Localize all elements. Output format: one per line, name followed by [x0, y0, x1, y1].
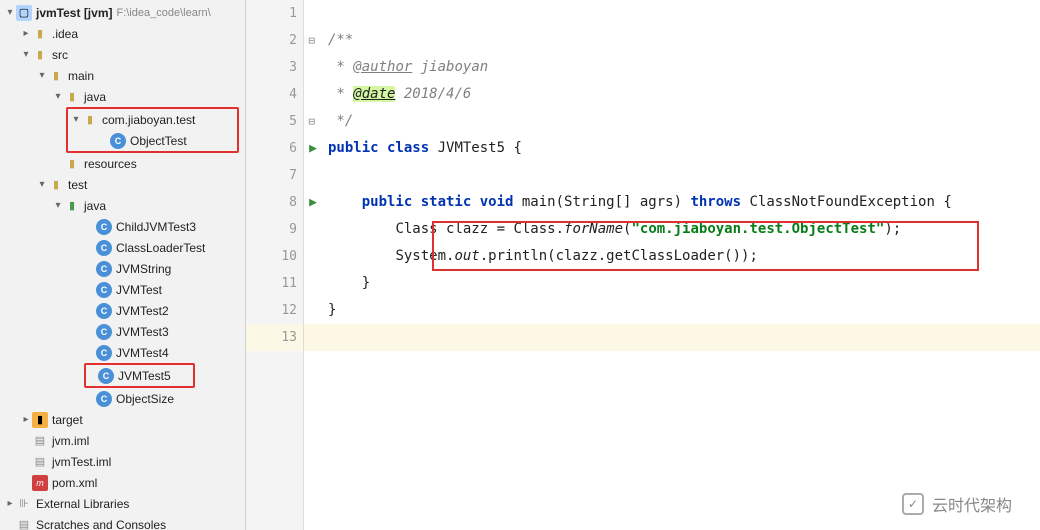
folder-java-test[interactable]: ▾ ▮ java	[0, 195, 245, 216]
chevron-right-icon: ▸	[20, 414, 32, 425]
class-classloadertest[interactable]: ▸CClassLoaderTest	[0, 237, 245, 258]
class-jvmtest3[interactable]: ▸CJVMTest3	[0, 321, 245, 342]
class-jvmtest5[interactable]: ▸CJVMTest5	[86, 365, 193, 386]
folder-icon: ▮	[32, 26, 48, 42]
folder-target[interactable]: ▸ ▮ target	[0, 409, 245, 430]
file-icon: ▤	[32, 433, 48, 449]
class-jvmstring[interactable]: ▸CJVMString	[0, 258, 245, 279]
file-jvm-iml[interactable]: ▸ ▤ jvm.iml	[0, 430, 245, 451]
chevron-down-icon: ▾	[4, 7, 16, 18]
chevron-right-icon: ▸	[20, 28, 32, 39]
class-icon: C	[96, 345, 112, 361]
package-row[interactable]: ▾ ▮ com.jiaboyan.test	[68, 109, 237, 130]
wechat-icon: ✓	[902, 493, 924, 515]
folder-icon: ▮	[64, 89, 80, 105]
class-childjvmtest3[interactable]: ▸CChildJVMTest3	[0, 216, 245, 237]
line-number: 7	[246, 162, 303, 189]
chevron-down-icon: ▾	[70, 114, 82, 125]
class-jvmtest2[interactable]: ▸CJVMTest2	[0, 300, 245, 321]
class-icon: C	[96, 219, 112, 235]
class-jvmtest4[interactable]: ▸CJVMTest4	[0, 342, 245, 363]
folder-icon: ▮	[48, 68, 64, 84]
class-icon: C	[96, 303, 112, 319]
module-icon: ▢	[16, 5, 32, 21]
scratches[interactable]: ▸ ▤ Scratches and Consoles	[0, 514, 245, 530]
line-number: 12	[246, 297, 303, 324]
module-root[interactable]: ▾ ▢ jvmTest [jvm] F:\idea_code\learn\	[0, 2, 245, 23]
folder-src[interactable]: ▾ ▮ src	[0, 44, 245, 65]
folder-main[interactable]: ▾ ▮ main	[0, 65, 245, 86]
code-editor[interactable]: 1 2⊟ 3 4 5⊟ 6▶ 7 8▶ 9 10 11 12 13 /** * …	[246, 0, 1040, 530]
folder-icon: ▮	[32, 47, 48, 63]
folder-icon: ▮	[48, 177, 64, 193]
chevron-down-icon: ▾	[36, 70, 48, 81]
line-number: 4	[246, 81, 303, 108]
maven-icon: m	[32, 475, 48, 491]
line-number: 9	[246, 216, 303, 243]
chevron-down-icon: ▾	[52, 91, 64, 102]
file-jvmtest-iml[interactable]: ▸ ▤ jvmTest.iml	[0, 451, 245, 472]
line-number: 8▶	[246, 189, 303, 216]
library-icon: ⊪	[16, 496, 32, 512]
class-icon: C	[96, 282, 112, 298]
run-icon[interactable]: ▶	[309, 141, 317, 156]
class-objectsize[interactable]: ▸CObjectSize	[0, 388, 245, 409]
line-number: 10	[246, 243, 303, 270]
chevron-right-icon: ▸	[4, 498, 16, 509]
class-icon: C	[96, 240, 112, 256]
line-number: 3	[246, 54, 303, 81]
line-number: 11	[246, 270, 303, 297]
package-icon: ▮	[82, 112, 98, 128]
class-icon: C	[110, 133, 126, 149]
fold-icon[interactable]: ⊟	[308, 34, 315, 47]
module-tag: [jvm]	[80, 6, 112, 20]
module-name: jvmTest	[36, 6, 80, 20]
folder-icon: ▮	[32, 412, 48, 428]
folder-icon: ▮	[64, 198, 80, 214]
module-path: F:\idea_code\learn\	[116, 7, 210, 19]
file-icon: ▤	[32, 454, 48, 470]
line-gutter: 1 2⊟ 3 4 5⊟ 6▶ 7 8▶ 9 10 11 12 13	[246, 0, 304, 530]
code-text[interactable]: /** * @author jiaboyan * @date 2018/4/6 …	[304, 0, 1040, 530]
watermark: ✓ 云时代架构	[902, 492, 1012, 516]
external-libraries[interactable]: ▸ ⊪ External Libraries	[0, 493, 245, 514]
line-number: 1	[246, 0, 303, 27]
class-jvmtest[interactable]: ▸CJVMTest	[0, 279, 245, 300]
folder-idea[interactable]: ▸ ▮ .idea	[0, 23, 245, 44]
line-number: 2⊟	[246, 27, 303, 54]
folder-resources[interactable]: ▸ ▮ resources	[0, 153, 245, 174]
class-icon: C	[96, 261, 112, 277]
file-pom[interactable]: ▸ m pom.xml	[0, 472, 245, 493]
line-number: 5⊟	[246, 108, 303, 135]
chevron-down-icon: ▾	[20, 49, 32, 60]
class-icon: C	[98, 368, 114, 384]
class-icon: C	[96, 391, 112, 407]
fold-icon[interactable]: ⊟	[308, 115, 315, 128]
folder-test[interactable]: ▾ ▮ test	[0, 174, 245, 195]
chevron-down-icon: ▾	[52, 200, 64, 211]
line-number: 6▶	[246, 135, 303, 162]
scratch-icon: ▤	[16, 517, 32, 530]
line-number: 13	[246, 324, 303, 351]
folder-java-main[interactable]: ▾ ▮ java	[0, 86, 245, 107]
run-icon[interactable]: ▶	[309, 195, 317, 210]
class-objecttest[interactable]: ▸ C ObjectTest	[68, 130, 237, 151]
chevron-down-icon: ▾	[36, 179, 48, 190]
folder-icon: ▮	[64, 156, 80, 172]
project-tree[interactable]: ▾ ▢ jvmTest [jvm] F:\idea_code\learn\ ▸ …	[0, 0, 246, 530]
class-icon: C	[96, 324, 112, 340]
